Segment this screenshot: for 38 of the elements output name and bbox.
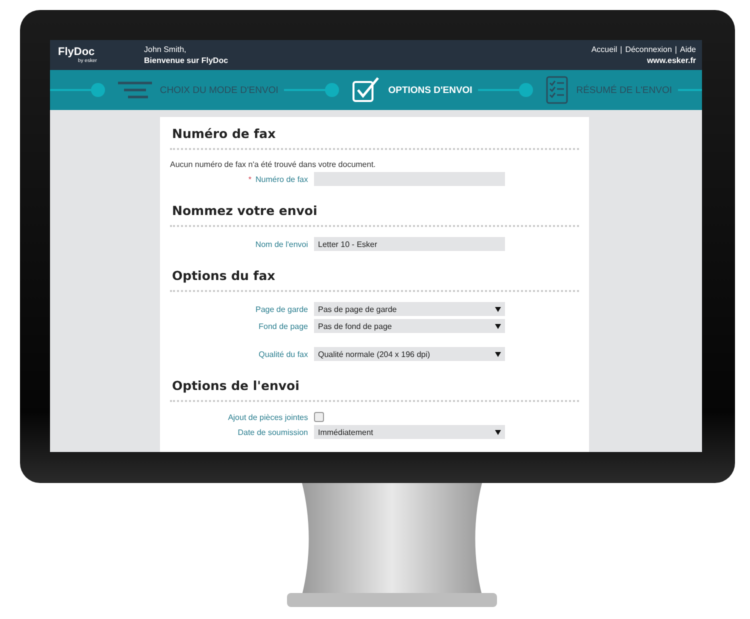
field-label: Date de soumission — [236, 428, 308, 436]
dropdown[interactable]: Immédiatement — [314, 425, 505, 439]
section-title: Numéro de fax — [170, 121, 579, 150]
dropdown[interactable]: Pas de fond de page — [314, 319, 505, 333]
section-title: Nommez votre envoi — [170, 198, 579, 227]
field-label: Fond de page — [258, 322, 308, 330]
wizard-step[interactable]: OPTIONS D'ENVOI — [338, 77, 478, 103]
welcome-text: Bienvenue sur FlyDoc — [144, 55, 228, 66]
connector-line — [678, 89, 702, 91]
required-mark: * — [248, 174, 252, 184]
dropdown-arrow-icon — [495, 306, 501, 312]
lines-icon — [118, 81, 152, 99]
text-field[interactable]: Letter 10 - Esker — [314, 237, 505, 251]
checklist-icon — [546, 76, 568, 104]
field-label: * Numéro de fax — [247, 174, 308, 184]
text-field[interactable] — [314, 172, 505, 186]
link-separator: | — [620, 44, 622, 55]
section-title: Options de l'envoi — [170, 373, 579, 402]
user-name: John Smith, — [144, 44, 188, 55]
dropdown-arrow-icon — [495, 352, 501, 356]
header-link[interactable]: Accueil — [591, 44, 618, 55]
section-title: Options du fax — [170, 263, 579, 292]
dropdown[interactable]: Pas de page de garde — [314, 302, 505, 316]
site-link[interactable]: www.esker.fr — [646, 55, 696, 66]
field-label: Ajout de pièces jointes — [226, 412, 308, 422]
header-link[interactable]: Déconnexion — [625, 44, 672, 55]
checkbox-icon — [352, 77, 380, 103]
logo: FlyDoc — [58, 46, 95, 58]
dropdown[interactable]: Qualité normale (204 x 196 dpi) — [314, 347, 505, 361]
checkbox[interactable] — [314, 412, 324, 422]
header-link[interactable]: Aide — [680, 44, 696, 55]
field-label: Qualité du fax — [258, 350, 308, 358]
info-text: Aucun numéro de fax n'a été trouvé dans votre document. — [170, 160, 376, 169]
link-separator: | — [674, 44, 677, 55]
field-label: Page de garde — [254, 304, 308, 314]
field-label: Nom de l'envoi — [254, 240, 308, 248]
dropdown-arrow-icon — [495, 430, 501, 434]
dropdown-arrow-icon — [495, 324, 501, 328]
